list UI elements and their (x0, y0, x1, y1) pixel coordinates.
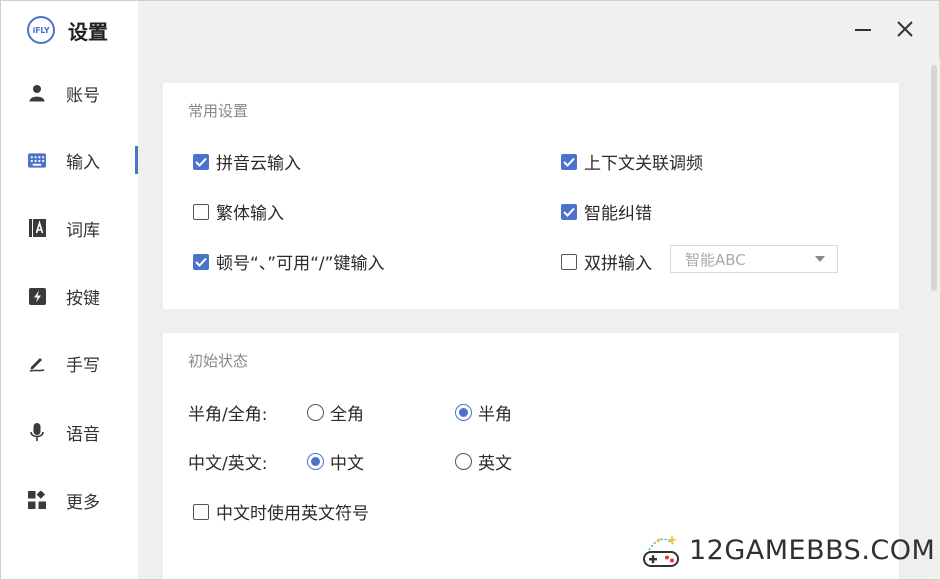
minimize-button[interactable] (851, 17, 875, 41)
ifly-logo-icon: iFLY (27, 16, 55, 44)
language-mode-label: 中文/英文: (188, 454, 268, 474)
sidebar-item-more[interactable]: 更多 (1, 480, 138, 520)
keyboard-icon (28, 151, 46, 169)
check-icon (195, 157, 207, 167)
sidebar-item-label: 按键 (66, 288, 100, 309)
brand: iFLY 设置 (27, 15, 108, 45)
checkbox[interactable] (193, 153, 209, 170)
sidebar-item-account[interactable]: 账号 (1, 73, 138, 113)
option-label: 顿号“、”可用“/”键输入 (216, 254, 385, 274)
radio-label: 中文 (330, 454, 364, 474)
app-title: 设置 (68, 19, 108, 44)
sidebar-item-label: 账号 (66, 85, 100, 106)
watermark-text: 12GAMEBBS.COM (689, 534, 936, 566)
radio[interactable] (307, 453, 324, 470)
option-label: 智能纠错 (584, 204, 652, 224)
close-icon (897, 21, 913, 37)
sidebar-item-handwriting[interactable]: 手写 (1, 343, 138, 383)
settings-content: 常用设置 拼音云输入 上下文关联调频 繁体输入 智能纠错 顿号“、”可用“/”键… (138, 59, 928, 579)
sidebar-item-label: 手写 (66, 355, 100, 376)
checkbox[interactable] (193, 203, 209, 220)
check-icon (195, 257, 207, 267)
checkbox[interactable] (193, 503, 209, 520)
width-mode-label: 半角/全角: (188, 405, 268, 425)
option-traditional[interactable]: 繁体输入 (193, 199, 284, 224)
sidebar-item-dictionary[interactable]: 词库 (1, 208, 138, 248)
grid-more-icon (28, 491, 46, 509)
check-icon (563, 207, 575, 217)
check-icon (563, 157, 575, 167)
minimize-icon (855, 29, 871, 31)
sidebar-item-voice[interactable]: 语音 (1, 412, 138, 452)
option-english-punct[interactable]: 中文时使用英文符号 (193, 499, 369, 524)
option-label: 上下文关联调频 (584, 154, 703, 174)
sidebar-item-label: 词库 (66, 220, 100, 241)
title-bar (138, 1, 939, 59)
option-slash-comma[interactable]: 顿号“、”可用“/”键输入 (193, 249, 384, 274)
close-button[interactable] (893, 17, 917, 41)
user-icon (28, 84, 46, 102)
microphone-icon (28, 422, 46, 441)
option-context-freq[interactable]: 上下文关联调频 (561, 149, 703, 174)
chevron-down-icon (815, 256, 825, 262)
checkbox[interactable] (561, 253, 577, 270)
radio-label: 半角 (478, 405, 512, 425)
option-label: 拼音云输入 (216, 154, 301, 174)
sidebar-item-label: 语音 (66, 424, 100, 445)
sidebar-item-label: 输入 (66, 152, 100, 173)
section-title: 初始状态 (188, 352, 249, 370)
shuangpin-scheme-select[interactable]: 智能ABC (670, 245, 838, 273)
option-pinyin-cloud[interactable]: 拼音云输入 (193, 149, 301, 174)
checkbox[interactable] (561, 153, 577, 170)
radio[interactable] (307, 404, 324, 421)
radio[interactable] (455, 404, 472, 421)
dictionary-icon (28, 219, 46, 237)
scrollbar[interactable] (928, 59, 940, 579)
option-label: 中文时使用英文符号 (216, 504, 369, 524)
radio-half-width[interactable]: 半角 (455, 400, 512, 425)
radio-label: 英文 (478, 454, 512, 474)
gamepad-logo-icon (643, 535, 679, 567)
radio-full-width[interactable]: 全角 (307, 400, 364, 425)
checkbox[interactable] (561, 203, 577, 220)
radio-label: 全角 (330, 405, 364, 425)
sidebar-item-label: 更多 (66, 492, 100, 513)
sidebar-item-input[interactable]: 输入 (1, 140, 138, 180)
option-label: 繁体输入 (216, 204, 284, 224)
sidebar-item-keys[interactable]: 按键 (1, 276, 138, 316)
option-label: 双拼输入 (584, 254, 652, 274)
option-smart-correction[interactable]: 智能纠错 (561, 199, 652, 224)
select-value: 智能ABC (685, 250, 746, 269)
pen-icon (28, 354, 46, 372)
lightning-key-icon (28, 287, 46, 305)
common-settings-card: 常用设置 拼音云输入 上下文关联调频 繁体输入 智能纠错 顿号“、”可用“/”键… (163, 83, 899, 309)
radio-chinese[interactable]: 中文 (307, 449, 364, 474)
radio[interactable] (455, 453, 472, 470)
scrollbar-thumb[interactable] (931, 65, 937, 291)
option-shuangpin[interactable]: 双拼输入 (561, 249, 652, 274)
sidebar: iFLY 设置 账号 输入 词库 按键 手写 语音 更多 (1, 1, 138, 579)
checkbox[interactable] (193, 253, 209, 270)
radio-english[interactable]: 英文 (455, 449, 512, 474)
section-title: 常用设置 (188, 102, 249, 120)
watermark: 12GAMEBBS.COM (641, 525, 935, 575)
